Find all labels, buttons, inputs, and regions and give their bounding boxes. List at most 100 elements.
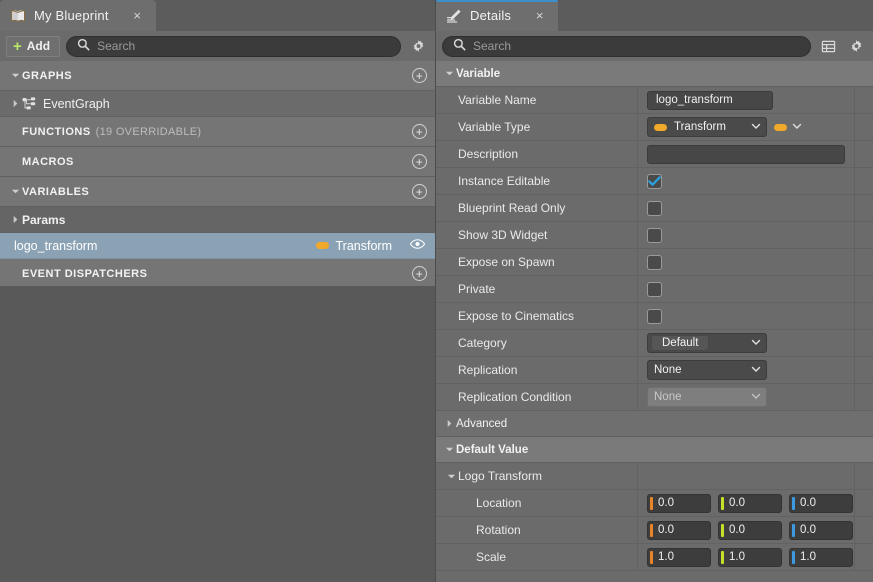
sidebar-item-eventgraph[interactable]: EventGraph: [0, 91, 435, 117]
sidebar-category-params[interactable]: Params: [0, 207, 435, 233]
axis-y-marker: [721, 524, 724, 537]
scale-y-field[interactable]: 1.0: [718, 548, 782, 567]
row-expose-on-spawn: Expose on Spawn: [436, 249, 873, 276]
row-blueprint-read-only-value: [638, 195, 855, 221]
reset-replication[interactable]: [855, 357, 873, 383]
reset-expose-to-cinematics[interactable]: [855, 303, 873, 329]
reset-replication-condition[interactable]: [855, 384, 873, 410]
gear-icon: [411, 39, 426, 54]
variable-container-type-dropdown[interactable]: [774, 120, 802, 134]
description-field[interactable]: [647, 145, 845, 164]
details-tabbar: Details ×: [436, 0, 873, 31]
sidebar-section-functions[interactable]: FUNCTIONS (19 OVERRIDABLE) +: [0, 117, 435, 147]
row-instance-editable: Instance Editable: [436, 168, 873, 195]
eye-icon[interactable]: [410, 238, 425, 253]
details-search-input[interactable]: Search: [442, 36, 811, 57]
variable-name-field[interactable]: logo_transform: [647, 91, 773, 110]
category-dropdown-value[interactable]: Default: [651, 335, 709, 351]
row-replication-condition: Replication Condition None: [436, 384, 873, 411]
reset-category[interactable]: [855, 330, 873, 356]
details-table-view-button[interactable]: [817, 35, 839, 57]
gear-icon: [849, 39, 864, 54]
details-section-variable-label: Variable: [456, 68, 500, 80]
row-rotation-label: Rotation: [436, 517, 638, 543]
row-replication-value: None: [638, 357, 855, 383]
my-blueprint-panel: My Blueprint × + Add Search: [0, 0, 436, 582]
row-location-value: 0.0 0.0 0.0: [638, 490, 855, 516]
reset-location[interactable]: [855, 490, 873, 516]
variable-type-text: Transform: [336, 239, 393, 253]
row-show-3d-widget-label: Show 3D Widget: [436, 222, 638, 248]
axis-z-marker: [792, 551, 795, 564]
sidebar-section-macros[interactable]: MACROS +: [0, 147, 435, 177]
axis-y-marker: [721, 497, 724, 510]
scale-z-value: 1.0: [800, 551, 816, 563]
row-rotation: Rotation 0.0 0.0 0.0: [436, 517, 873, 544]
replication-dropdown[interactable]: None: [647, 360, 767, 380]
reset-variable-name[interactable]: [855, 87, 873, 113]
reset-expose-on-spawn[interactable]: [855, 249, 873, 275]
my-blueprint-settings-button[interactable]: [407, 35, 429, 57]
location-z-field[interactable]: 0.0: [789, 494, 853, 513]
private-checkbox[interactable]: [647, 282, 662, 297]
reset-variable-type[interactable]: [855, 114, 873, 140]
sidebar-category-params-label: Params: [22, 213, 65, 227]
show-3d-widget-checkbox[interactable]: [647, 228, 662, 243]
sidebar-item-logo-transform-label: logo_transform: [14, 239, 97, 253]
row-scale-value: 1.0 1.0 1.0: [638, 544, 855, 570]
close-icon[interactable]: ×: [533, 9, 546, 22]
expose-on-spawn-checkbox[interactable]: [647, 255, 662, 270]
add-macro-button[interactable]: +: [412, 154, 427, 169]
reset-rotation[interactable]: [855, 517, 873, 543]
details-section-advanced[interactable]: Advanced: [436, 411, 873, 437]
blueprint-read-only-checkbox[interactable]: [647, 201, 662, 216]
rotation-x-field[interactable]: 0.0: [647, 521, 711, 540]
add-function-button[interactable]: +: [412, 124, 427, 139]
sidebar-section-functions-sub: (19 OVERRIDABLE): [96, 126, 202, 138]
add-button[interactable]: + Add: [6, 36, 60, 57]
add-event-dispatcher-button[interactable]: +: [412, 266, 427, 281]
row-expose-to-cinematics-value: [638, 303, 855, 329]
sidebar-item-logo-transform[interactable]: logo_transform Transform: [0, 233, 435, 259]
add-variable-button[interactable]: +: [412, 184, 427, 199]
reset-blueprint-read-only[interactable]: [855, 195, 873, 221]
details-section-advanced-label: Advanced: [456, 418, 507, 430]
variable-type-dropdown[interactable]: Transform: [647, 117, 767, 137]
instance-editable-checkbox[interactable]: [647, 174, 662, 189]
reset-scale[interactable]: [855, 544, 873, 570]
book-icon: [10, 8, 26, 24]
reset-show-3d-widget[interactable]: [855, 222, 873, 248]
row-logo-transform-group[interactable]: Logo Transform: [436, 463, 873, 490]
add-graph-button[interactable]: +: [412, 68, 427, 83]
location-x-field[interactable]: 0.0: [647, 494, 711, 513]
details-section-variable[interactable]: Variable: [436, 61, 873, 87]
category-dropdown[interactable]: Default: [647, 333, 767, 353]
transform-pin-icon: [654, 124, 667, 131]
details-section-default-value[interactable]: Default Value: [436, 437, 873, 463]
row-expose-on-spawn-label: Expose on Spawn: [436, 249, 638, 275]
reset-description[interactable]: [855, 141, 873, 167]
details-search-placeholder: Search: [473, 39, 511, 53]
sidebar-section-variables[interactable]: VARIABLES +: [0, 177, 435, 207]
my-blueprint-search-input[interactable]: Search: [66, 36, 401, 57]
details-settings-button[interactable]: [845, 35, 867, 57]
scale-z-field[interactable]: 1.0: [789, 548, 853, 567]
rotation-y-field[interactable]: 0.0: [718, 521, 782, 540]
tab-my-blueprint[interactable]: My Blueprint ×: [0, 0, 156, 31]
scale-x-field[interactable]: 1.0: [647, 548, 711, 567]
row-blueprint-read-only: Blueprint Read Only: [436, 195, 873, 222]
table-view-icon: [821, 39, 836, 54]
sidebar-section-graphs[interactable]: GRAPHS +: [0, 61, 435, 91]
tab-details[interactable]: Details ×: [436, 0, 558, 31]
reset-logo-transform[interactable]: [855, 463, 873, 489]
rotation-z-field[interactable]: 0.0: [789, 521, 853, 540]
my-blueprint-search-placeholder: Search: [97, 39, 135, 53]
row-expose-to-cinematics: Expose to Cinematics: [436, 303, 873, 330]
close-icon[interactable]: ×: [131, 9, 144, 22]
row-variable-type-label: Variable Type: [436, 114, 638, 140]
reset-private[interactable]: [855, 276, 873, 302]
reset-instance-editable[interactable]: [855, 168, 873, 194]
expose-to-cinematics-checkbox[interactable]: [647, 309, 662, 324]
location-y-field[interactable]: 0.0: [718, 494, 782, 513]
sidebar-section-event-dispatchers[interactable]: EVENT DISPATCHERS +: [0, 259, 435, 289]
